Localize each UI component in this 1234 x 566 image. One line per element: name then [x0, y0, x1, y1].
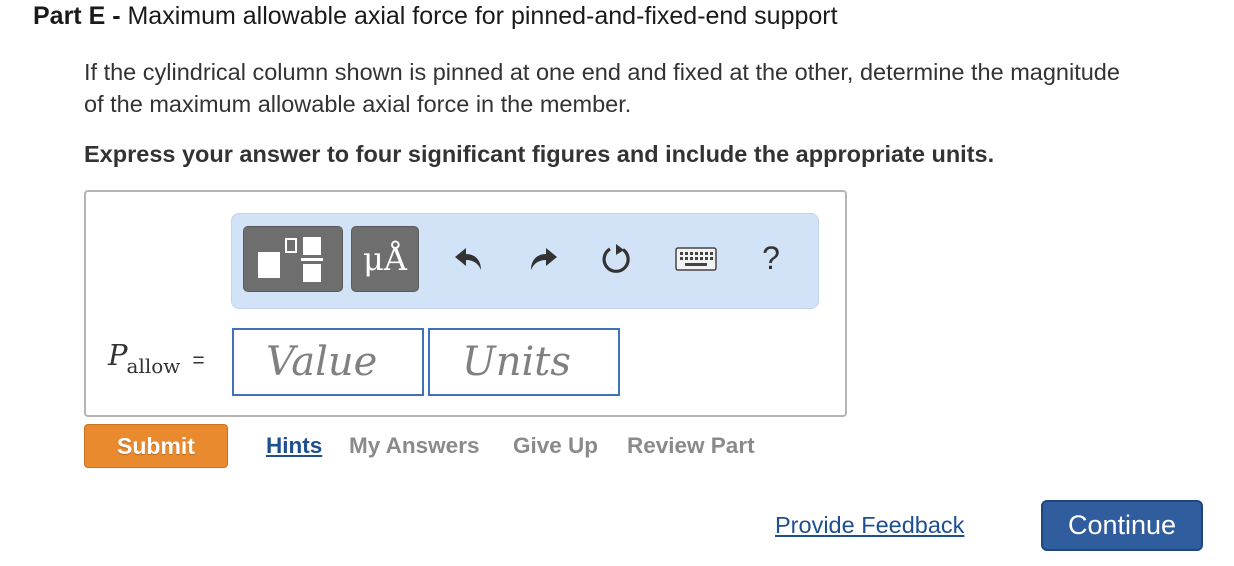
units-button[interactable]: μÅ	[351, 226, 419, 292]
units-symbol: μÅ	[363, 240, 407, 278]
review-part-link[interactable]: Review Part	[627, 433, 755, 459]
undo-button[interactable]	[450, 240, 488, 278]
variable-label: Pallow =	[108, 338, 205, 378]
help-symbol: ?	[762, 239, 780, 276]
question-text: If the cylindrical column shown is pinne…	[84, 59, 1120, 117]
undo-icon	[455, 248, 481, 270]
keyboard-icon	[675, 247, 717, 271]
units-input[interactable]	[428, 328, 620, 396]
redo-icon	[531, 248, 557, 270]
provide-feedback-link[interactable]: Provide Feedback	[775, 512, 964, 539]
variable-subscript: allow	[126, 354, 181, 378]
give-up-link[interactable]: Give Up	[513, 433, 598, 459]
hints-link[interactable]: Hints	[266, 433, 322, 459]
part-title-text: Maximum allowable axial force for pinned…	[127, 2, 838, 30]
continue-button[interactable]: Continue	[1041, 500, 1203, 551]
answer-panel: μÅ ? Pallow = Value Units	[84, 190, 847, 417]
redo-button[interactable]	[524, 240, 562, 278]
variable-symbol: P	[108, 338, 128, 372]
value-input[interactable]	[232, 328, 424, 396]
help-button[interactable]: ?	[754, 236, 788, 280]
keyboard-button[interactable]	[674, 244, 718, 274]
part-label: Part E -	[33, 2, 121, 30]
problem-page: Part E - Maximum allowable axial force f…	[0, 0, 1234, 566]
reset-button[interactable]	[598, 240, 636, 278]
equals-sign: =	[192, 349, 205, 372]
answer-instruction: Express your answer to four significant …	[84, 141, 995, 167]
submit-button[interactable]: Submit	[84, 424, 228, 468]
reset-icon	[602, 244, 630, 273]
part-title: Part E - Maximum allowable axial force f…	[33, 1, 838, 31]
math-toolbar: μÅ ?	[231, 213, 819, 309]
templates-icon	[258, 237, 323, 282]
templates-button[interactable]	[243, 226, 343, 292]
my-answers-link[interactable]: My Answers	[349, 433, 479, 459]
